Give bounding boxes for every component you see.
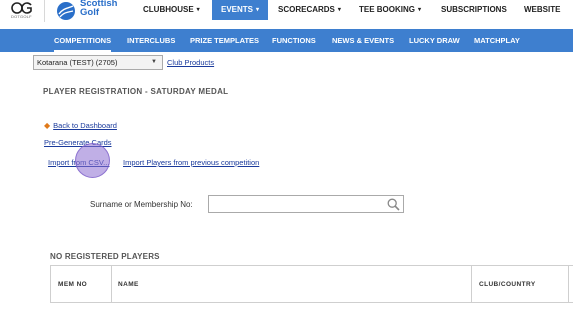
- nav-tee-booking[interactable]: TEE BOOKING ▾: [351, 0, 429, 20]
- chevron-down-icon: ▾: [337, 7, 341, 13]
- dotgolf-logo[interactable]: [11, 1, 33, 15]
- nav-label: SUBSCRIPTIONS: [441, 5, 507, 14]
- nav-label: CLUBHOUSE: [143, 5, 194, 14]
- column-club-country[interactable]: CLUB/COUNTRY: [479, 266, 536, 302]
- column-divider: [111, 266, 112, 302]
- main-nav-subscriptions: SUBSCRIPTIONS: [433, 0, 515, 24]
- main-nav-scorecards: SCORECARDS ▾: [270, 0, 349, 24]
- nav-subscriptions[interactable]: SUBSCRIPTIONS: [433, 0, 515, 20]
- chevron-down-icon: ▾: [256, 7, 260, 13]
- page-title: PLAYER REGISTRATION - SATURDAY MEDAL: [43, 87, 229, 96]
- subnav-functions[interactable]: FUNCTIONS: [272, 29, 316, 52]
- main-nav-website: WEBSITE: [516, 0, 568, 24]
- column-divider: [568, 266, 569, 302]
- main-nav-tee-booking: TEE BOOKING ▾: [351, 0, 429, 24]
- subnav-interclubs[interactable]: INTERCLUBS: [127, 29, 175, 52]
- subnav-lucky-draw[interactable]: LUCKY DRAW: [409, 29, 460, 52]
- club-select-value: Kotarana (TEST) (2705): [37, 58, 118, 67]
- column-mem-no[interactable]: MEM NO: [58, 266, 87, 302]
- subnav-prize-templates[interactable]: PRIZE TEMPLATES: [190, 29, 259, 52]
- nav-label: SCORECARDS: [278, 5, 335, 14]
- main-nav: CLUBHOUSE ▾: [135, 0, 208, 24]
- nav-clubhouse[interactable]: CLUBHOUSE ▾: [135, 0, 208, 20]
- nav-website[interactable]: WEBSITE: [516, 0, 568, 20]
- subnav-matchplay[interactable]: MATCHPLAY: [474, 29, 520, 52]
- main-nav-events: EVENTS ▾: [212, 0, 269, 24]
- nav-scorecards[interactable]: SCORECARDS ▾: [270, 0, 349, 20]
- top-header: DOTGOLF Scottish Golf CLUBHOUSE ▾ EVENTS ▾…: [0, 0, 573, 24]
- club-products-link[interactable]: Club Products: [167, 58, 214, 67]
- column-divider: [471, 266, 472, 302]
- subnav-news-events[interactable]: NEWS & EVENTS: [332, 29, 394, 52]
- chevron-down-icon: ▾: [418, 7, 422, 13]
- click-indicator: [75, 143, 110, 178]
- header-divider: [44, 0, 45, 22]
- nav-label: TEE BOOKING: [359, 5, 416, 14]
- back-to-dashboard-link[interactable]: Back to Dashboard: [53, 121, 117, 130]
- arrow-left-icon: ◆: [44, 121, 51, 130]
- scottish-golf-brand[interactable]: Scottish Golf: [80, 0, 117, 17]
- scottish-golf-logo-icon[interactable]: [54, 1, 78, 21]
- no-players-heading: NO REGISTERED PLAYERS: [50, 252, 160, 261]
- subnav-competitions[interactable]: COMPETITIONS: [54, 29, 112, 52]
- brand-line-2: Golf: [80, 7, 99, 18]
- sub-nav: COMPETITIONS INTERCLUBS PRIZE TEMPLATES …: [0, 29, 573, 52]
- nav-label: EVENTS: [221, 5, 254, 14]
- search-icon[interactable]: [387, 198, 400, 211]
- search-input[interactable]: [208, 195, 404, 213]
- dotgolf-logo-text: DOTGOLF: [11, 14, 32, 19]
- club-select[interactable]: Kotarana (TEST) (2705) ▼: [33, 55, 163, 70]
- chevron-down-icon: ▾: [196, 7, 200, 13]
- nav-events[interactable]: EVENTS ▾: [212, 0, 269, 20]
- back-to-dashboard: ◆ Back to Dashboard: [44, 121, 117, 130]
- column-name[interactable]: NAME: [118, 266, 139, 302]
- chevron-down-icon: ▼: [151, 59, 157, 65]
- import-previous-players-link[interactable]: Import Players from previous competition: [123, 158, 259, 167]
- search-label: Surname or Membership No:: [90, 200, 193, 209]
- nav-label: WEBSITE: [524, 5, 561, 14]
- players-table-header: MEM NO NAME CLUB/COUNTRY: [50, 265, 573, 303]
